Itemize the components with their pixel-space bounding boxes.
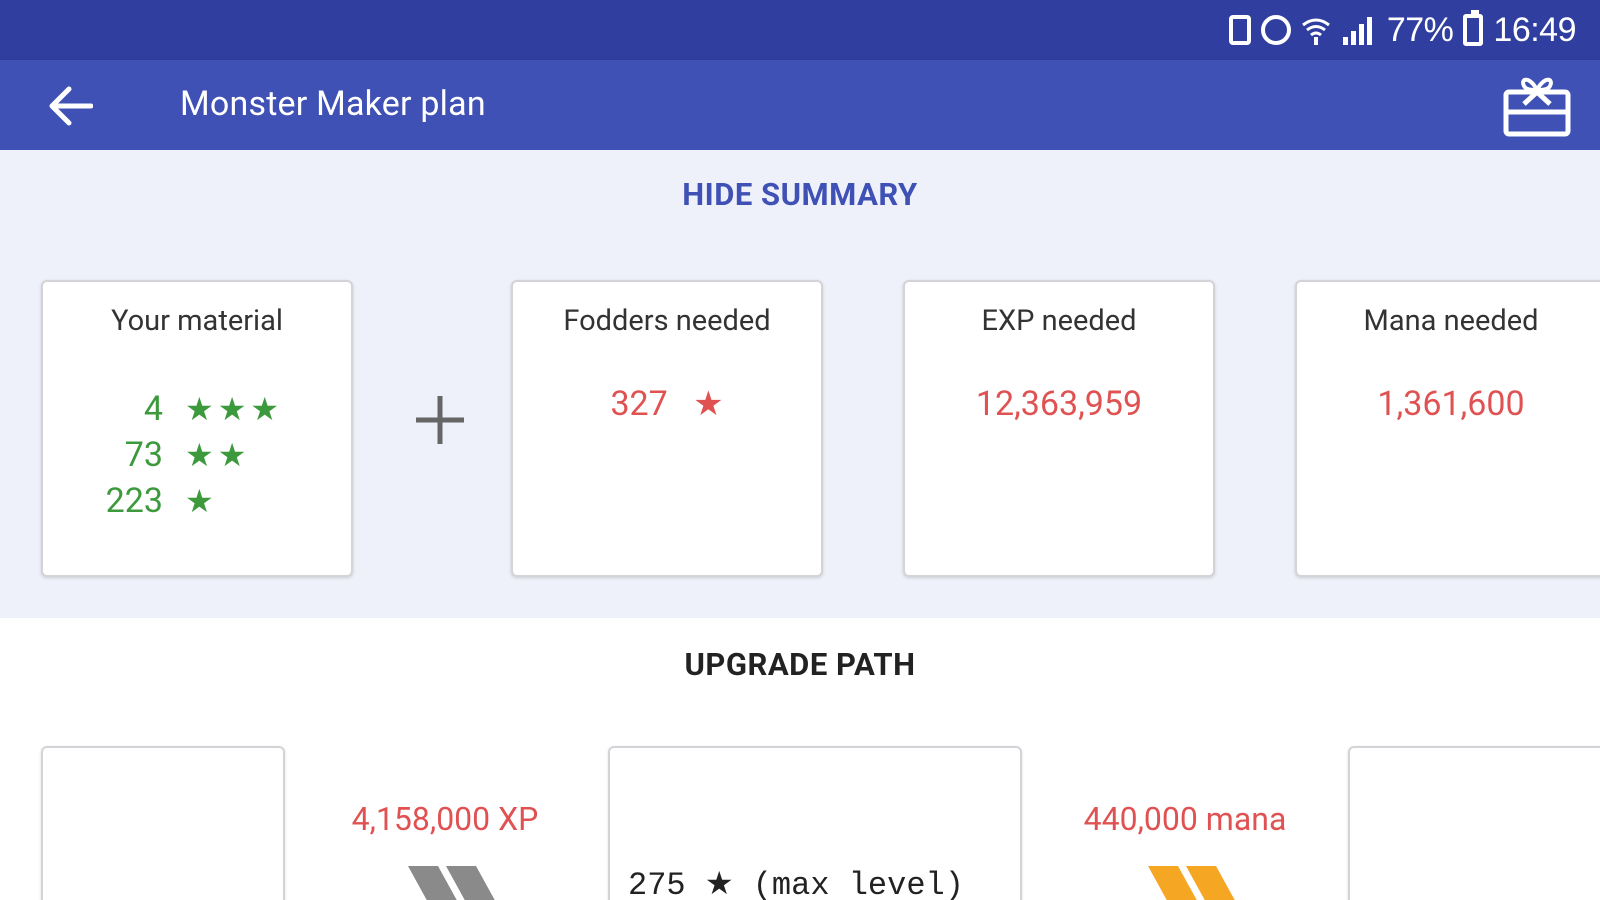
material-row: 4 ★★★: [103, 386, 303, 432]
gift-icon: [1503, 77, 1571, 137]
fodders-value: 327: [610, 384, 668, 424]
material-count: 4: [143, 389, 163, 429]
status-icons: 77% 16:49: [1228, 10, 1576, 50]
mana-value: 1,361,600: [1377, 384, 1525, 424]
material-card: Your material 4 ★★★ 73 ★★ 223 ★: [41, 280, 353, 577]
mana-card-title: Mana needed: [1363, 304, 1539, 338]
gift-button[interactable]: [1502, 72, 1572, 140]
battery-icon: [1463, 10, 1484, 46]
signal-icon: [1342, 17, 1372, 45]
alarm-icon: [1260, 15, 1291, 45]
clock: 16:49: [1493, 10, 1576, 49]
fodders-card: Fodders needed 327 ★: [511, 280, 823, 577]
path-card-start[interactable]: [41, 746, 285, 900]
xp-label: 4,158,000 XP: [351, 800, 539, 838]
fodders-value-row: 327 ★: [513, 384, 821, 424]
max-level-label: 275 ★ (max level): [628, 867, 964, 900]
double-chevron-icon: [1148, 866, 1235, 900]
path-card-middle[interactable]: 275 ★ (max level): [608, 746, 1022, 900]
status-bar: 77% 16:49: [0, 0, 1600, 60]
back-button[interactable]: [44, 80, 96, 132]
material-card-title: Your material: [111, 304, 283, 338]
material-count: 73: [124, 435, 163, 475]
exp-card: EXP needed 12,363,959: [903, 280, 1215, 577]
star-icon: ★: [185, 482, 218, 520]
exp-value: 12,363,959: [975, 384, 1143, 424]
star-icon: ★★: [185, 436, 251, 474]
arrow-left-icon: [49, 86, 93, 126]
double-chevron-icon: [408, 866, 495, 900]
page-title: Monster Maker plan: [180, 84, 486, 124]
hide-summary-button[interactable]: HIDE SUMMARY: [0, 176, 1600, 213]
plus-icon: [416, 396, 464, 444]
wifi-icon: [1301, 18, 1330, 45]
fodders-card-title: Fodders needed: [563, 304, 771, 338]
material-list: 4 ★★★ 73 ★★ 223 ★: [103, 386, 303, 524]
star-icon: ★★★: [185, 390, 284, 428]
app-bar: Monster Maker plan: [0, 60, 1600, 150]
summary-panel: HIDE SUMMARY Your material 4 ★★★ 73 ★★ 2…: [0, 150, 1600, 618]
material-row: 73 ★★: [103, 432, 303, 478]
upgrade-path-title: UPGRADE PATH: [684, 646, 916, 683]
star-icon: ★: [693, 384, 724, 424]
path-card-end[interactable]: [1348, 746, 1600, 900]
material-row: 223 ★: [103, 478, 303, 524]
sim-icon: [1228, 15, 1251, 45]
mana-label: 440,000 mana: [1083, 800, 1287, 838]
battery-percent: 77%: [1386, 10, 1454, 49]
mana-card: Mana needed 1,361,600: [1295, 280, 1600, 577]
exp-card-title: EXP needed: [981, 304, 1137, 338]
material-count: 223: [105, 481, 163, 521]
